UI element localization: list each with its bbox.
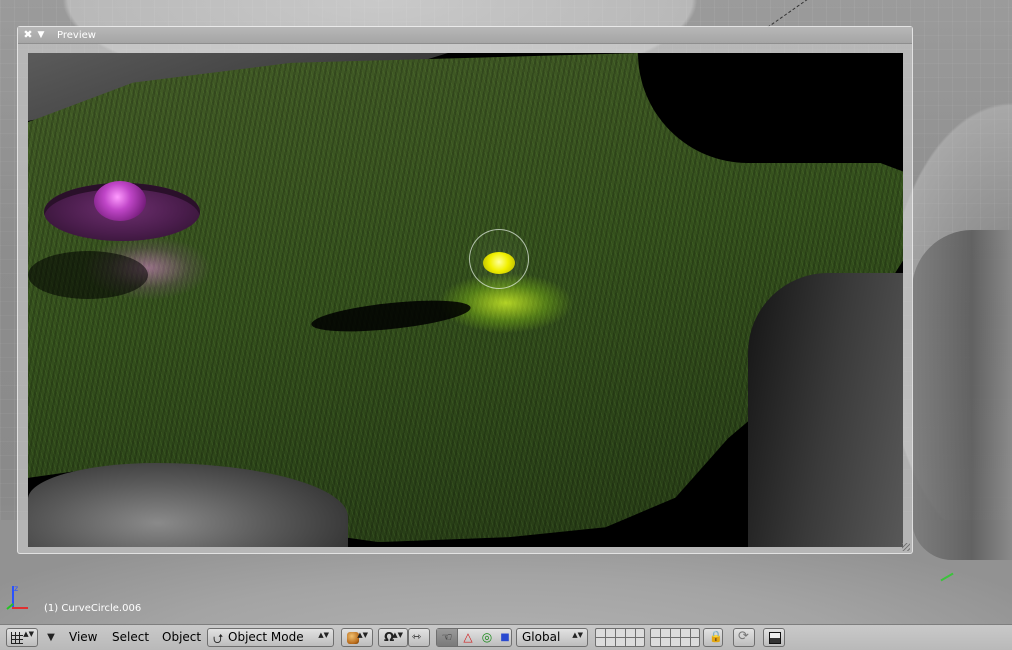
updown-icon: ▲▼ [357,631,368,639]
render-button[interactable] [763,628,785,647]
preview-panel-header[interactable]: ✖ ▼ Preview [18,27,912,44]
view3d-header: ▲▼ ▼ View Select Object ⮍ Object Mode ▲▼… [0,624,1012,650]
render-magenta-orb [94,181,146,221]
resize-handle[interactable] [902,543,910,551]
render-yellow-light [483,252,515,274]
hand-icon[interactable]: ☜ [437,629,458,646]
updown-icon: ▲▼ [318,631,329,639]
axis-label-z: z [14,584,19,593]
axis-gizmo: z [4,584,30,614]
layer-buttons-1[interactable] [595,628,645,647]
blender-window: z (1) CurveCircle.006 ✖ ▼ Preview ▲▼ ▼ V… [0,0,1012,650]
lock-icon: 🔒 [709,630,723,643]
scale-icon[interactable]: ■ [497,629,513,646]
draw-type-select[interactable]: ▲▼ [341,628,373,647]
editor-type-select[interactable]: ▲▼ [6,628,38,647]
manipulator-group: ☜ △ ◎ ■ [436,628,512,647]
layer-divider [596,637,644,638]
collapse-icon[interactable]: ▼ [35,29,47,41]
orientation-select[interactable]: Global ▲▼ [516,628,588,647]
updown-icon: ▲▼ [23,630,34,638]
updown-icon: ▲▼ [392,631,403,639]
mode-label: Object Mode [228,630,304,644]
menu-view[interactable]: View [69,629,97,646]
link-button[interactable]: ⟳ [733,628,755,647]
rotate-icon[interactable]: ◎ [478,629,496,646]
active-object-info: (1) CurveCircle.006 [44,603,142,614]
lock-layers-button[interactable]: 🔒 [703,628,723,647]
updown-icon: ▲▼ [572,631,583,639]
close-icon[interactable]: ✖ [22,29,34,41]
menu-select[interactable]: Select [112,629,149,646]
viewport-rock [912,230,1012,560]
render-disc-shadow [28,251,148,299]
collapse-menus-icon[interactable]: ▼ [44,628,58,647]
pivot-select[interactable]: Ω ▲▼ [378,628,408,647]
translate-icon[interactable]: △ [459,629,477,646]
layer-divider [651,637,699,638]
render-preview-image [28,53,903,547]
preview-panel[interactable]: ✖ ▼ Preview [17,26,913,554]
object-mode-icon: ⮍ [213,632,224,647]
align-icon: ⇿ [412,630,422,643]
render-icon [769,632,781,644]
grid-icon [11,632,23,644]
align-button[interactable]: ⇿ [408,628,430,647]
link-icon: ⟳ [738,629,749,644]
mode-select[interactable]: ⮍ Object Mode ▲▼ [207,628,334,647]
axis-x-line [12,607,28,609]
menu-object[interactable]: Object [162,629,201,646]
orientation-label: Global [522,630,561,644]
render-rock-right [748,273,903,547]
layer-buttons-2[interactable] [650,628,700,647]
preview-panel-title: Preview [57,29,96,41]
